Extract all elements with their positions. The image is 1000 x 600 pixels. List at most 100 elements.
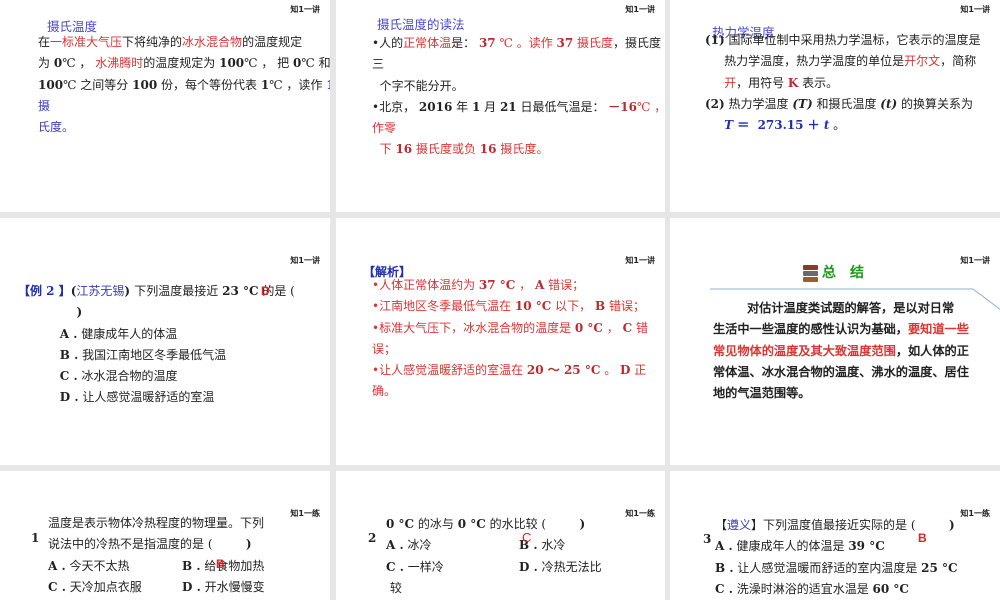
question-number: 1 (31, 531, 40, 545)
slide-thumbnail-7[interactable]: 知1一练 1 温度是表示物体冷热程度的物理量。下列 说法中的冷热不是指温度的是 (… (0, 471, 330, 600)
text-run: 地的气温范围等。 (713, 386, 811, 401)
text-line: (2) 热力学温度 (T) 和摄氏温度 (t) 的换算关系为 (705, 94, 981, 115)
text-line: 较 (386, 578, 602, 599)
text-line: B . 让人感觉温暖而舒适的室内温度是 25 °C (715, 558, 958, 579)
text-run: 水冷 (537, 538, 566, 553)
text-run: •标准大气压下，冰水混合物的温度是 (372, 320, 575, 335)
slide-tag: 知1一练 (625, 509, 655, 518)
answer-mark: B (918, 531, 927, 545)
text-run: 常见物体的温度及其大致温度范围 (713, 343, 896, 358)
text-line: A . 冰冷 B . 水冷 (386, 535, 602, 556)
slide-thumbnail-1[interactable]: 知1一讲 摄氏温度 在一标准大气压下将纯净的冰水混合物的温度规定为 0℃ ， 水… (0, 0, 330, 212)
text-run: (t) (880, 96, 898, 111)
text-line: D . 让人感觉温暖舒适的室温 (18, 387, 295, 408)
slide-body: 对估计温度类试题的解答，是以对日常 生活中一些温度的感性认识为基础，要知道一些 常见… (713, 298, 969, 404)
text-run: •让人感觉温暖舒适的室温在 (372, 363, 527, 378)
text-run: 一样冷 (403, 559, 444, 574)
text-run: ) (124, 284, 135, 298)
text-run: D . (18, 390, 79, 405)
text-line: C . 洗澡时淋浴的适宜水温是 60 °C (715, 579, 958, 600)
text-run: 热力学温度 (724, 96, 793, 111)
text-run: 100 (219, 56, 245, 71)
slide-thumbnail-5[interactable]: 知1一讲 【解析】 •人体正常体温约为 37 °C ， A 错误； •江南地区冬季… (336, 218, 665, 465)
slide-thumbnail-4[interactable]: 知1一讲 【例 2 】(江苏无锡) 下列温度最接近 23 °C 的是 ( ) A… (0, 218, 330, 465)
text-run: ，用符号 (736, 75, 788, 90)
text-run: 正 (630, 363, 647, 378)
text-run: 下 (372, 142, 396, 157)
text-line: 氏度。 (38, 117, 330, 138)
text-line: 开，用符号 K 表示。 (705, 73, 981, 94)
text-run: 0 (53, 56, 63, 71)
text-run: 37 (478, 36, 496, 50)
text-run: ＋ (803, 118, 824, 133)
text-run: 16 (479, 142, 497, 157)
text-line: C . 冰水混合物的温度 (18, 366, 295, 387)
slide-tag: 知1一讲 (625, 5, 655, 14)
text-run: 的温度规定 (242, 35, 303, 49)
text-run: 的冰与 (414, 517, 458, 531)
slide-thumbnail-9[interactable]: 知1一练 3 【遵义】下列温度值最接近实际的是 ( ) A . 健康成年人的体温是… (670, 471, 1000, 600)
text-run: 健康成年人的体温是 (732, 539, 849, 554)
text-run: 25 °C (921, 560, 958, 575)
text-run: 。 (600, 363, 621, 378)
slide-thumbnail-6[interactable]: 知1一讲 总 结 对估计温度类试题的解答，是以对日常 生活中一些温度的感性认识为基… (670, 218, 1000, 465)
slide-tag: 知1一讲 (625, 256, 655, 265)
text-run: K (787, 75, 799, 90)
text-run: 开 (724, 75, 737, 90)
text-line: 为 0℃ ， 水沸腾时的温度规定为 100℃ ， 把 0℃ 和 (38, 53, 330, 74)
text-run: 让人感觉温暖舒适的室温 (78, 390, 215, 405)
text-run: •江南地区冬季最低气温在 (372, 299, 515, 314)
text-run: 个字不能分开。 (372, 78, 464, 93)
text-run: ) (546, 517, 586, 531)
text-run: ℃ ，读作 (269, 77, 327, 92)
text-run: 错误； (544, 278, 585, 292)
text-run: 错 (632, 320, 649, 335)
slide-thumbnail-2[interactable]: 知1一讲 摄氏温度的读法 •人的正常体温是： 37 ℃ 。读作 37 摄氏度，摄… (336, 0, 665, 212)
text-run: 洗澡时淋浴的适宜水温是 (732, 581, 873, 596)
text-run: 三 (372, 57, 385, 72)
text-run: 温度是表示物体冷热程度的物理量。下列 (48, 516, 265, 530)
text-run: B . (18, 347, 79, 362)
text-run: ， (515, 278, 535, 292)
slide-body: 【例 2 】(江苏无锡) 下列温度最接近 23 °C 的是 ( ) A . 健康… (18, 281, 295, 409)
text-line: B . 我国江南地区冬季最低气温 (18, 345, 295, 366)
text-run: ℃ ， 读 (637, 99, 665, 114)
slide-tag: 知1一讲 (960, 5, 990, 14)
text-run: 的水比较 ( (485, 517, 547, 531)
text-run: 下将纯净的 (122, 35, 183, 49)
text-run: 冰冷 (403, 538, 432, 553)
text-line: 常体温、冰水混合物的温度、沸水的温度、居住 (713, 362, 969, 383)
slide-thumbnail-8[interactable]: 知1一练 2 0 °C 的冰与 0 °C 的水比较 ( ) A . 冰冷 B . 水… (336, 471, 665, 600)
text-line: 生活中一些温度的感性认识为基础，要知道一些 (713, 319, 969, 340)
text-run: 23 °C (222, 284, 259, 298)
text-run: ) (212, 537, 252, 552)
text-run: 是： (451, 36, 479, 50)
slide-thumbnail-3[interactable]: 知1一讲 热力学温度 (1) 国际单位制中采用热力学温标，它表示的温度是 热力学… (670, 0, 1000, 212)
text-line: •人体正常体温约为 37 °C ， A 错误； (372, 275, 648, 296)
text-line: 摄 (38, 96, 330, 117)
text-run: A . (386, 538, 404, 553)
text-run: 日最低气温是： (516, 99, 609, 114)
text-run: B . (182, 558, 201, 573)
text-line: T ＝ 273.15 ＋ t 。 (705, 115, 981, 136)
text-run: 60 °C (872, 581, 909, 596)
text-run: C (622, 320, 633, 335)
text-run: 1 (326, 78, 330, 92)
text-run: 今天不太热 (65, 558, 130, 573)
text-run: ，摄氏度 (613, 36, 662, 50)
text-run: 摄氏度 (573, 36, 614, 50)
text-line: •北京， 2016 年 1 月 21 日最低气温是： －16℃ ， 读 (372, 97, 665, 118)
text-run: 热力学温度，热力学温度的单位是 (705, 54, 905, 69)
text-run: 月 (480, 99, 500, 114)
text-run: 16 (395, 142, 413, 157)
slide-body: 【遵义】下列温度值最接近实际的是 ( ) A . 健康成年人的体温是 39 °C B… (715, 515, 958, 600)
text-run: ) (18, 305, 83, 320)
text-run: B (594, 299, 606, 314)
text-line: 三 (372, 54, 665, 75)
text-run: 21 (499, 99, 517, 114)
text-run: 开尔文 (904, 54, 941, 69)
text-run: D . (519, 559, 538, 574)
text-run: 2016 (418, 99, 453, 114)
text-run: 273.15 (757, 118, 804, 133)
text-run: 39 °C (848, 539, 885, 554)
